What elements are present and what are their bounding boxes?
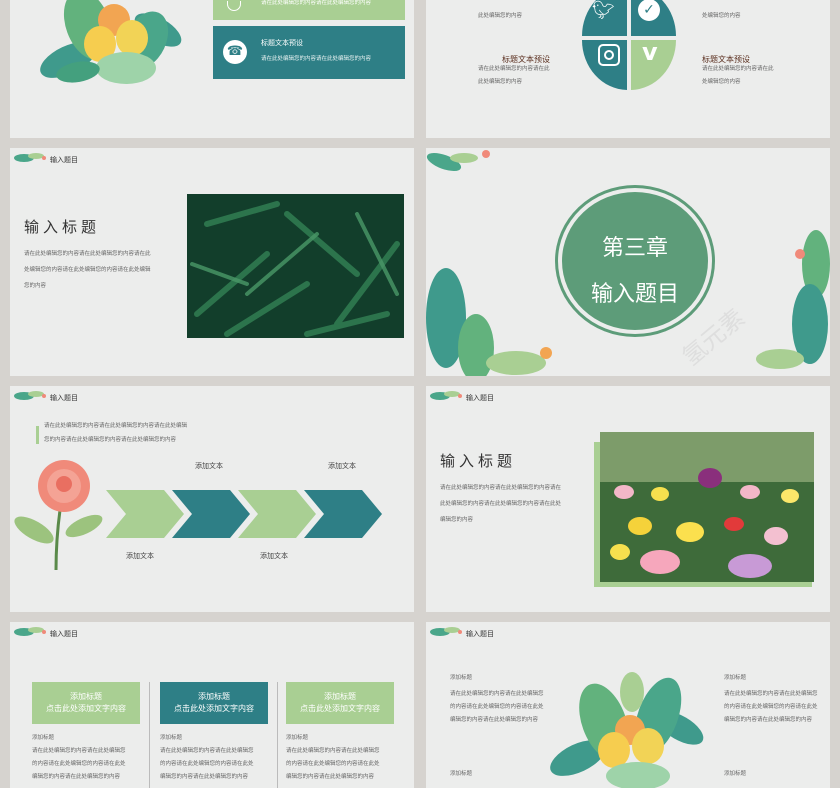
card-top-icon [227, 1, 241, 11]
right-text-1: 请在此处编辑您的内容请在此处编辑您 [724, 691, 818, 697]
left-text-3: 编辑您的内容请在此处编辑您的内容 [450, 717, 539, 723]
tulips-photo [600, 432, 814, 582]
body-line-1: 请在此处编辑您的内容请在此处编辑您的内容请在此 [24, 251, 151, 257]
column-text-3: 编辑您的内容请在此处编辑您的内容 [160, 774, 249, 780]
body-line-3: 编辑您的内容 [440, 517, 474, 523]
instagram-icon [598, 44, 620, 66]
column-2: 添加标题 点击此处添加文字内容 添加标题 请在此处编辑您的内容请在此处编辑您 的… [160, 682, 268, 784]
column-label: 添加标题 [286, 735, 309, 741]
column-divider [149, 682, 150, 788]
right-text-3: 编辑您的内容请在此处编辑您的内容 [724, 717, 813, 723]
card-bottom: ☎ 标题文本预设 请在此处编辑您的内容请在此处编辑您的内容 [213, 26, 405, 79]
right-title: 添加标题 [724, 675, 747, 681]
leaf-fruit-illustration [40, 0, 182, 84]
right-text-2: 的内容请在此处编辑您的内容请在此处 [724, 704, 818, 710]
slide-3[interactable]: 输入题目 输入标题 请在此处编辑您的内容请在此处编辑您的内容请在此 处编辑您的内… [10, 148, 414, 376]
banner-title: 添加标题 [198, 692, 230, 701]
slide-6[interactable]: 输入题目 输入标题 请在此处编辑您的内容请在此处编辑您的内容请在 此处编辑您的内… [426, 386, 830, 612]
column-text-2: 的内容请在此处编辑您的内容请在此处 [160, 761, 254, 767]
column-banner: 添加标题 点击此处添加文字内容 [160, 682, 268, 724]
right-text-1: 请在此处编辑您的内容请在此 [702, 66, 774, 72]
card-text: 请在此处编辑您的内容请在此处编辑您的内容 [261, 56, 372, 62]
left-text-2: 此处编辑您的内容 [478, 79, 523, 85]
slide-5[interactable]: 输入题目 请在此处编辑您的内容请在此处编辑您的内容请在此处编辑 您的内容请在此处… [10, 386, 414, 612]
leaves-photo [187, 194, 404, 338]
twitter-icon: 🐦︎ [592, 0, 615, 21]
card-top-text: 请在此处编辑您的内容请在此处编辑您的内容 [261, 0, 372, 6]
banner-subtitle: 点击此处添加文字内容 [46, 704, 126, 713]
left-title: 添加标题 [450, 675, 473, 681]
banner-subtitle: 点击此处添加文字内容 [174, 704, 254, 713]
slide-header: 输入题目 [50, 156, 78, 164]
card-title: 标题文本预设 [261, 39, 303, 47]
banner-title: 添加标题 [324, 692, 356, 701]
left-title-2: 添加标题 [450, 771, 473, 777]
quote-line-1: 请在此处编辑您的内容请在此处编辑您的内容请在此处编辑 [44, 423, 188, 429]
corner-leaf-illustration [426, 150, 490, 172]
chapter-subtitle: 输入题目 [590, 282, 679, 307]
column-banner: 添加标题 点击此处添加文字内容 [286, 682, 394, 724]
step-label-top-1: 添加文本 [195, 462, 223, 470]
chapter-title: 第三章 [601, 236, 668, 261]
slide-title: 输入标题 [440, 452, 517, 470]
slide-title: 输入标题 [24, 218, 101, 236]
step-label-bottom-1: 添加文本 [126, 552, 154, 560]
slide-8[interactable]: 输入题目 添加标题 请在此处编辑您的内容请在此处编辑您 的内容请在此处编辑您的内… [426, 622, 830, 788]
column-label: 添加标题 [160, 735, 183, 741]
slide-1[interactable]: 请在此处编辑您的内容请在此处编辑您的内容 ☎ 标题文本预设 请在此处编辑您的内容… [10, 0, 414, 138]
check-icon: ✓ [638, 0, 660, 21]
left-plants-illustration [426, 268, 552, 376]
body-line-3: 您的内容 [24, 283, 47, 289]
arrow-process [106, 490, 382, 538]
left-text-1: 请在此处编辑您的内容请在此处编辑您 [450, 691, 544, 697]
step-label-bottom-2: 添加文本 [260, 552, 288, 560]
chapter-badge: 第三章 输入题目 [558, 188, 712, 334]
left-text-2: 的内容请在此处编辑您的内容请在此处 [450, 704, 544, 710]
slide-4[interactable]: 第三章 输入题目 氢元素 [426, 148, 830, 376]
card-top: 请在此处编辑您的内容请在此处编辑您的内容 [213, 0, 405, 20]
slide-2[interactable]: 此处编辑您的内容 处编辑您的内容 🐦︎ ✓ v 标题文本预设 请在此处编辑您的内… [426, 0, 830, 138]
right-title-2: 添加标题 [724, 771, 747, 777]
body-line-2: 此处编辑您的内容请在此处编辑您的内容请在此处 [440, 501, 562, 507]
slide-header: 输入题目 [466, 630, 494, 638]
column-text-1: 请在此处编辑您的内容请在此处编辑您 [286, 748, 380, 754]
right-text-2: 处编辑您的内容 [702, 79, 741, 85]
banner-title: 添加标题 [70, 692, 102, 701]
column-text-1: 请在此处编辑您的内容请在此处编辑您 [160, 748, 254, 754]
right-plants-illustration [756, 230, 830, 369]
column-text-3: 编辑您的内容请在此处编辑您的内容 [32, 774, 121, 780]
slide-header: 输入题目 [466, 394, 494, 402]
body-line-1: 请在此处编辑您的内容请在此处编辑您的内容请在 [440, 485, 562, 491]
slide-header: 输入题目 [50, 394, 78, 402]
rose-illustration [14, 460, 103, 570]
column-banner: 添加标题 点击此处添加文字内容 [32, 682, 140, 724]
column-text-1: 请在此处编辑您的内容请在此处编辑您 [32, 748, 126, 754]
leaf-fruit-illustration [550, 672, 704, 788]
slide-header: 输入题目 [50, 630, 78, 638]
column-1: 添加标题 点击此处添加文字内容 添加标题 请在此处编辑您的内容请在此处编辑您 的… [32, 682, 140, 784]
left-top-text: 此处编辑您的内容 [478, 13, 523, 19]
step-label-top-2: 添加文本 [328, 462, 356, 470]
column-divider [277, 682, 278, 788]
left-text-1: 请在此处编辑您的内容请在此 [478, 66, 550, 72]
phone-icon: ☎ [223, 40, 247, 64]
quote-bar [36, 426, 39, 444]
column-3: 添加标题 点击此处添加文字内容 添加标题 请在此处编辑您的内容请在此处编辑您 的… [286, 682, 394, 784]
column-text-2: 的内容请在此处编辑您的内容请在此处 [286, 761, 380, 767]
slide-7[interactable]: 输入题目 添加标题 点击此处添加文字内容 添加标题 请在此处编辑您的内容请在此处… [10, 622, 414, 788]
banner-subtitle: 点击此处添加文字内容 [300, 704, 380, 713]
column-label: 添加标题 [32, 735, 55, 741]
column-text-2: 的内容请在此处编辑您的内容请在此处 [32, 761, 126, 767]
vimeo-icon: v [642, 38, 658, 66]
body-line-2: 处编辑您的内容请在此处编辑您的内容请在此处编辑 [24, 267, 151, 273]
quote-line-2: 您的内容请在此处编辑您的内容请在此处编辑您的内容 [44, 437, 177, 443]
right-top-text: 处编辑您的内容 [702, 13, 741, 19]
column-text-3: 编辑您的内容请在此处编辑您的内容 [286, 774, 375, 780]
